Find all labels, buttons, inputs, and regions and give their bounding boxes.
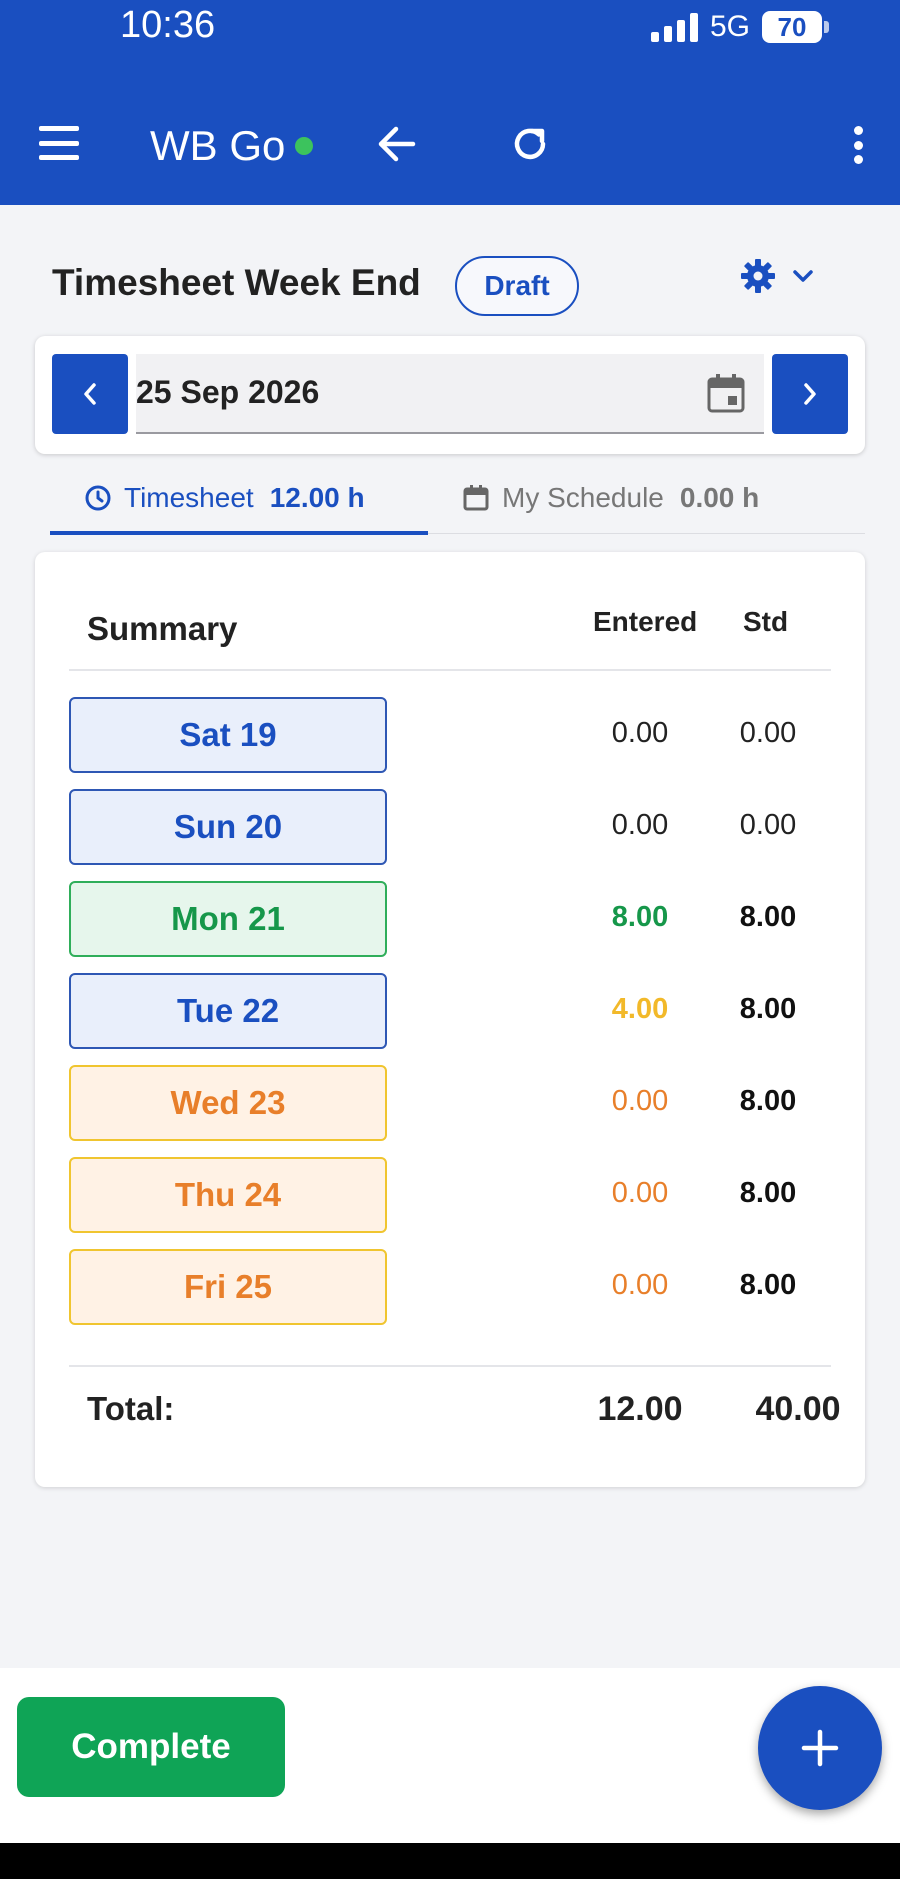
page-title: Timesheet Week End: [52, 262, 421, 303]
day-row-sat: Sat 19 0.00 0.00: [35, 697, 865, 773]
day-button-tue[interactable]: Tue 22: [69, 973, 387, 1049]
tab-schedule-hours: 0.00 h: [679, 482, 760, 513]
entered-hours: 0.00: [611, 1269, 669, 1301]
day-button-mon[interactable]: Mon 21: [69, 881, 387, 957]
complete-button[interactable]: Complete: [17, 1697, 285, 1797]
menu-icon[interactable]: [38, 126, 80, 160]
std-hours: 8.00: [739, 1269, 797, 1301]
calendar-icon[interactable]: [706, 372, 746, 414]
date-value: 25 Sep 2026: [136, 374, 320, 410]
std-hours: 8.00: [739, 1177, 797, 1209]
online-status-dot: [295, 137, 314, 155]
std-hours: 0.00: [739, 809, 797, 841]
date-input[interactable]: 25 Sep 2026: [136, 354, 764, 434]
summary-title: Summary: [87, 610, 238, 647]
tab-schedule-label: My Schedule: [502, 482, 664, 513]
more-vertical-icon[interactable]: [852, 126, 864, 164]
day-row-sun: Sun 20 0.00 0.00: [35, 789, 865, 865]
divider: [69, 1365, 831, 1367]
nav-row: WB Go: [0, 112, 900, 182]
view-tabs: Timesheet 12.00 h My Schedule 0.00 h: [50, 462, 865, 535]
day-button-sun[interactable]: Sun 20: [69, 789, 387, 865]
status-indicators: 5G 70: [650, 10, 829, 44]
tab-timesheet-label: Timesheet: [124, 482, 254, 513]
total-label: Total:: [87, 1390, 175, 1427]
chevron-down-icon: [793, 270, 813, 282]
system-navigation-bar: [0, 1843, 900, 1879]
day-button-sat[interactable]: Sat 19: [69, 697, 387, 773]
entered-hours: 0.00: [611, 1085, 669, 1117]
plus-icon: [801, 1729, 839, 1767]
next-week-button[interactable]: [772, 354, 848, 434]
chevron-left-icon: [84, 383, 96, 405]
std-hours: 8.00: [739, 901, 797, 933]
day-button-fri[interactable]: Fri 25: [69, 1249, 387, 1325]
tab-timesheet[interactable]: Timesheet 12.00 h: [84, 462, 365, 534]
entered-hours: 0.00: [611, 1177, 669, 1209]
column-entered: Entered: [593, 606, 698, 637]
status-badge: Draft: [455, 256, 579, 316]
entered-hours: 0.00: [611, 809, 669, 841]
add-entry-button[interactable]: [758, 1686, 882, 1810]
column-std: Std: [743, 606, 789, 637]
date-selector: 25 Sep 2026: [35, 336, 865, 454]
entered-hours: 8.00: [611, 901, 669, 933]
total-entered: 12.00: [597, 1390, 683, 1428]
signal-icon: [650, 12, 698, 42]
tab-my-schedule[interactable]: My Schedule 0.00 h: [462, 462, 759, 534]
std-hours: 0.00: [739, 717, 797, 749]
battery-icon: 70: [762, 11, 829, 43]
network-type: 5G: [709, 10, 750, 43]
refresh-icon[interactable]: [508, 122, 552, 166]
day-row-wed: Wed 23 0.00 8.00: [35, 1065, 865, 1141]
day-button-wed[interactable]: Wed 23: [69, 1065, 387, 1141]
day-row-tue: Tue 22 4.00 8.00: [35, 973, 865, 1049]
day-row-fri: Fri 25 0.00 8.00: [35, 1249, 865, 1325]
day-row-thu: Thu 24 0.00 8.00: [35, 1157, 865, 1233]
day-row-mon: Mon 21 8.00 8.00: [35, 881, 865, 957]
divider: [69, 669, 831, 671]
app-header: 10:36 5G 70 WB Go: [0, 0, 900, 205]
summary-card: Summary Entered Std Sat 19 0.00 0.00 Sun…: [35, 552, 865, 1487]
tab-timesheet-hours: 12.00 h: [269, 482, 365, 513]
back-arrow-icon[interactable]: [374, 122, 418, 166]
status-time: 10:36: [120, 4, 216, 46]
settings-menu[interactable]: [740, 258, 814, 294]
gear-icon: [741, 259, 775, 293]
previous-week-button[interactable]: [52, 354, 128, 434]
calendar-icon: [463, 485, 489, 511]
app-title: WB Go: [150, 122, 314, 170]
active-tab-indicator: [50, 531, 428, 535]
app-title-text: WB Go: [150, 122, 286, 169]
entered-hours: 0.00: [611, 717, 669, 749]
std-hours: 8.00: [739, 1085, 797, 1117]
clock-icon: [85, 485, 111, 511]
summary-header: Summary Entered Std: [35, 552, 865, 670]
entered-hours: 4.00: [611, 993, 669, 1025]
day-button-thu[interactable]: Thu 24: [69, 1157, 387, 1233]
chevron-right-icon: [804, 383, 816, 405]
std-hours: 8.00: [739, 993, 797, 1025]
total-std: 40.00: [755, 1390, 841, 1428]
